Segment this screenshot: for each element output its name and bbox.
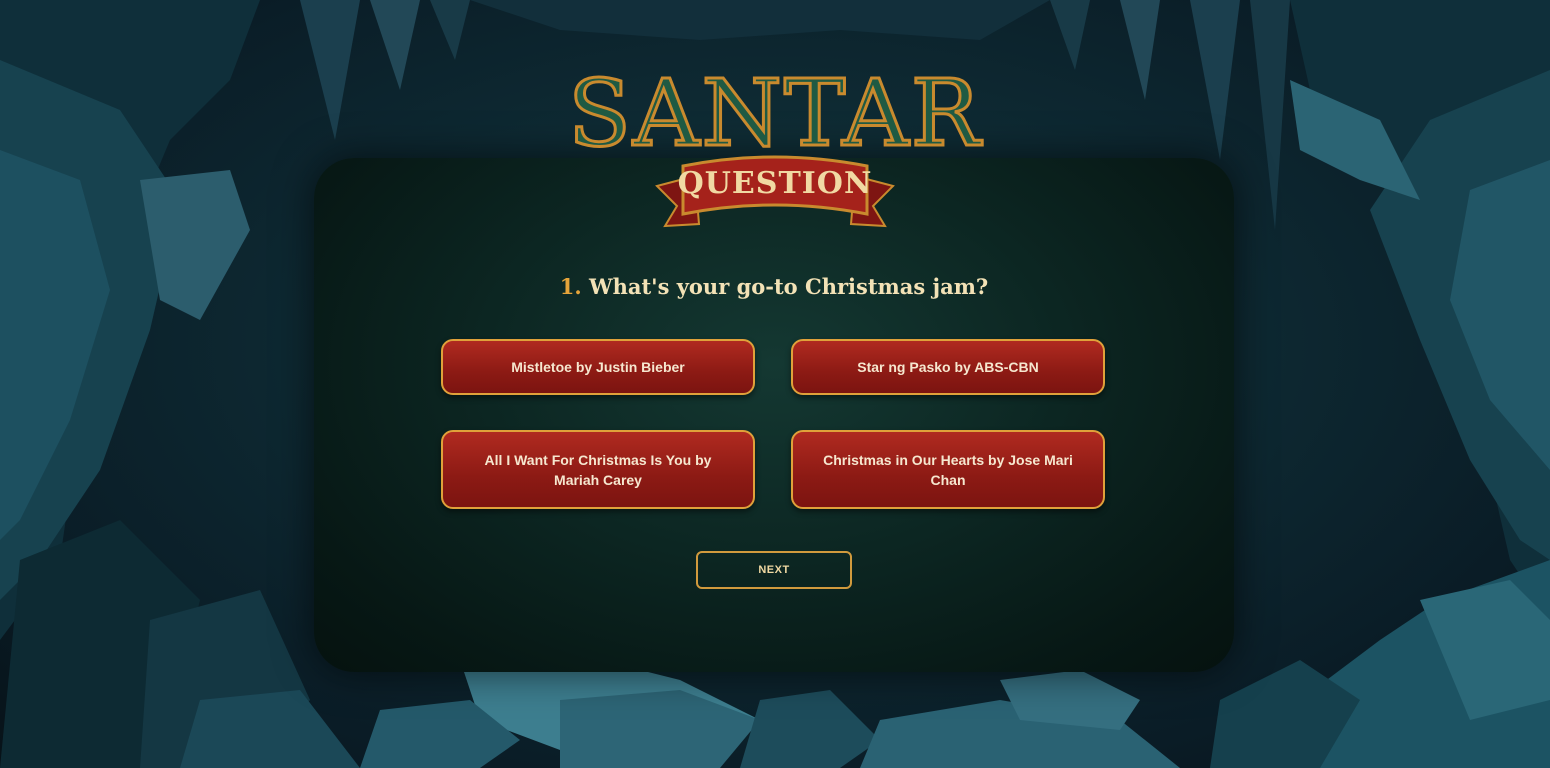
- answer-option-4[interactable]: Christmas in Our Hearts by Jose Mari Cha…: [791, 430, 1105, 509]
- quiz-screen: SANTAR QUESTION 1. What's your go-to Chr…: [0, 0, 1550, 768]
- santar-question-logo: SANTAR QUESTION: [560, 54, 990, 234]
- answer-option-2[interactable]: Star ng Pasko by ABS-CBN: [791, 339, 1105, 395]
- question-text: What's your go-to Christmas jam?: [589, 274, 989, 299]
- question-banner: QUESTION: [655, 146, 895, 232]
- answer-label: All I Want For Christmas Is You by Maria…: [484, 451, 712, 488]
- next-button-label: NEXT: [758, 564, 790, 576]
- answer-label: Mistletoe by Justin Bieber: [511, 359, 685, 375]
- question-panel: [314, 158, 1234, 672]
- answer-option-1[interactable]: Mistletoe by Justin Bieber: [441, 339, 755, 395]
- answer-label: Christmas in Our Hearts by Jose Mari Cha…: [823, 451, 1073, 488]
- answer-label: Star ng Pasko by ABS-CBN: [857, 359, 1039, 375]
- question-heading: 1. What's your go-to Christmas jam?: [314, 274, 1234, 299]
- banner-label: QUESTION: [677, 166, 873, 201]
- next-button[interactable]: NEXT: [696, 551, 852, 589]
- answer-option-3[interactable]: All I Want For Christmas Is You by Maria…: [441, 430, 755, 509]
- question-number: 1.: [559, 274, 582, 299]
